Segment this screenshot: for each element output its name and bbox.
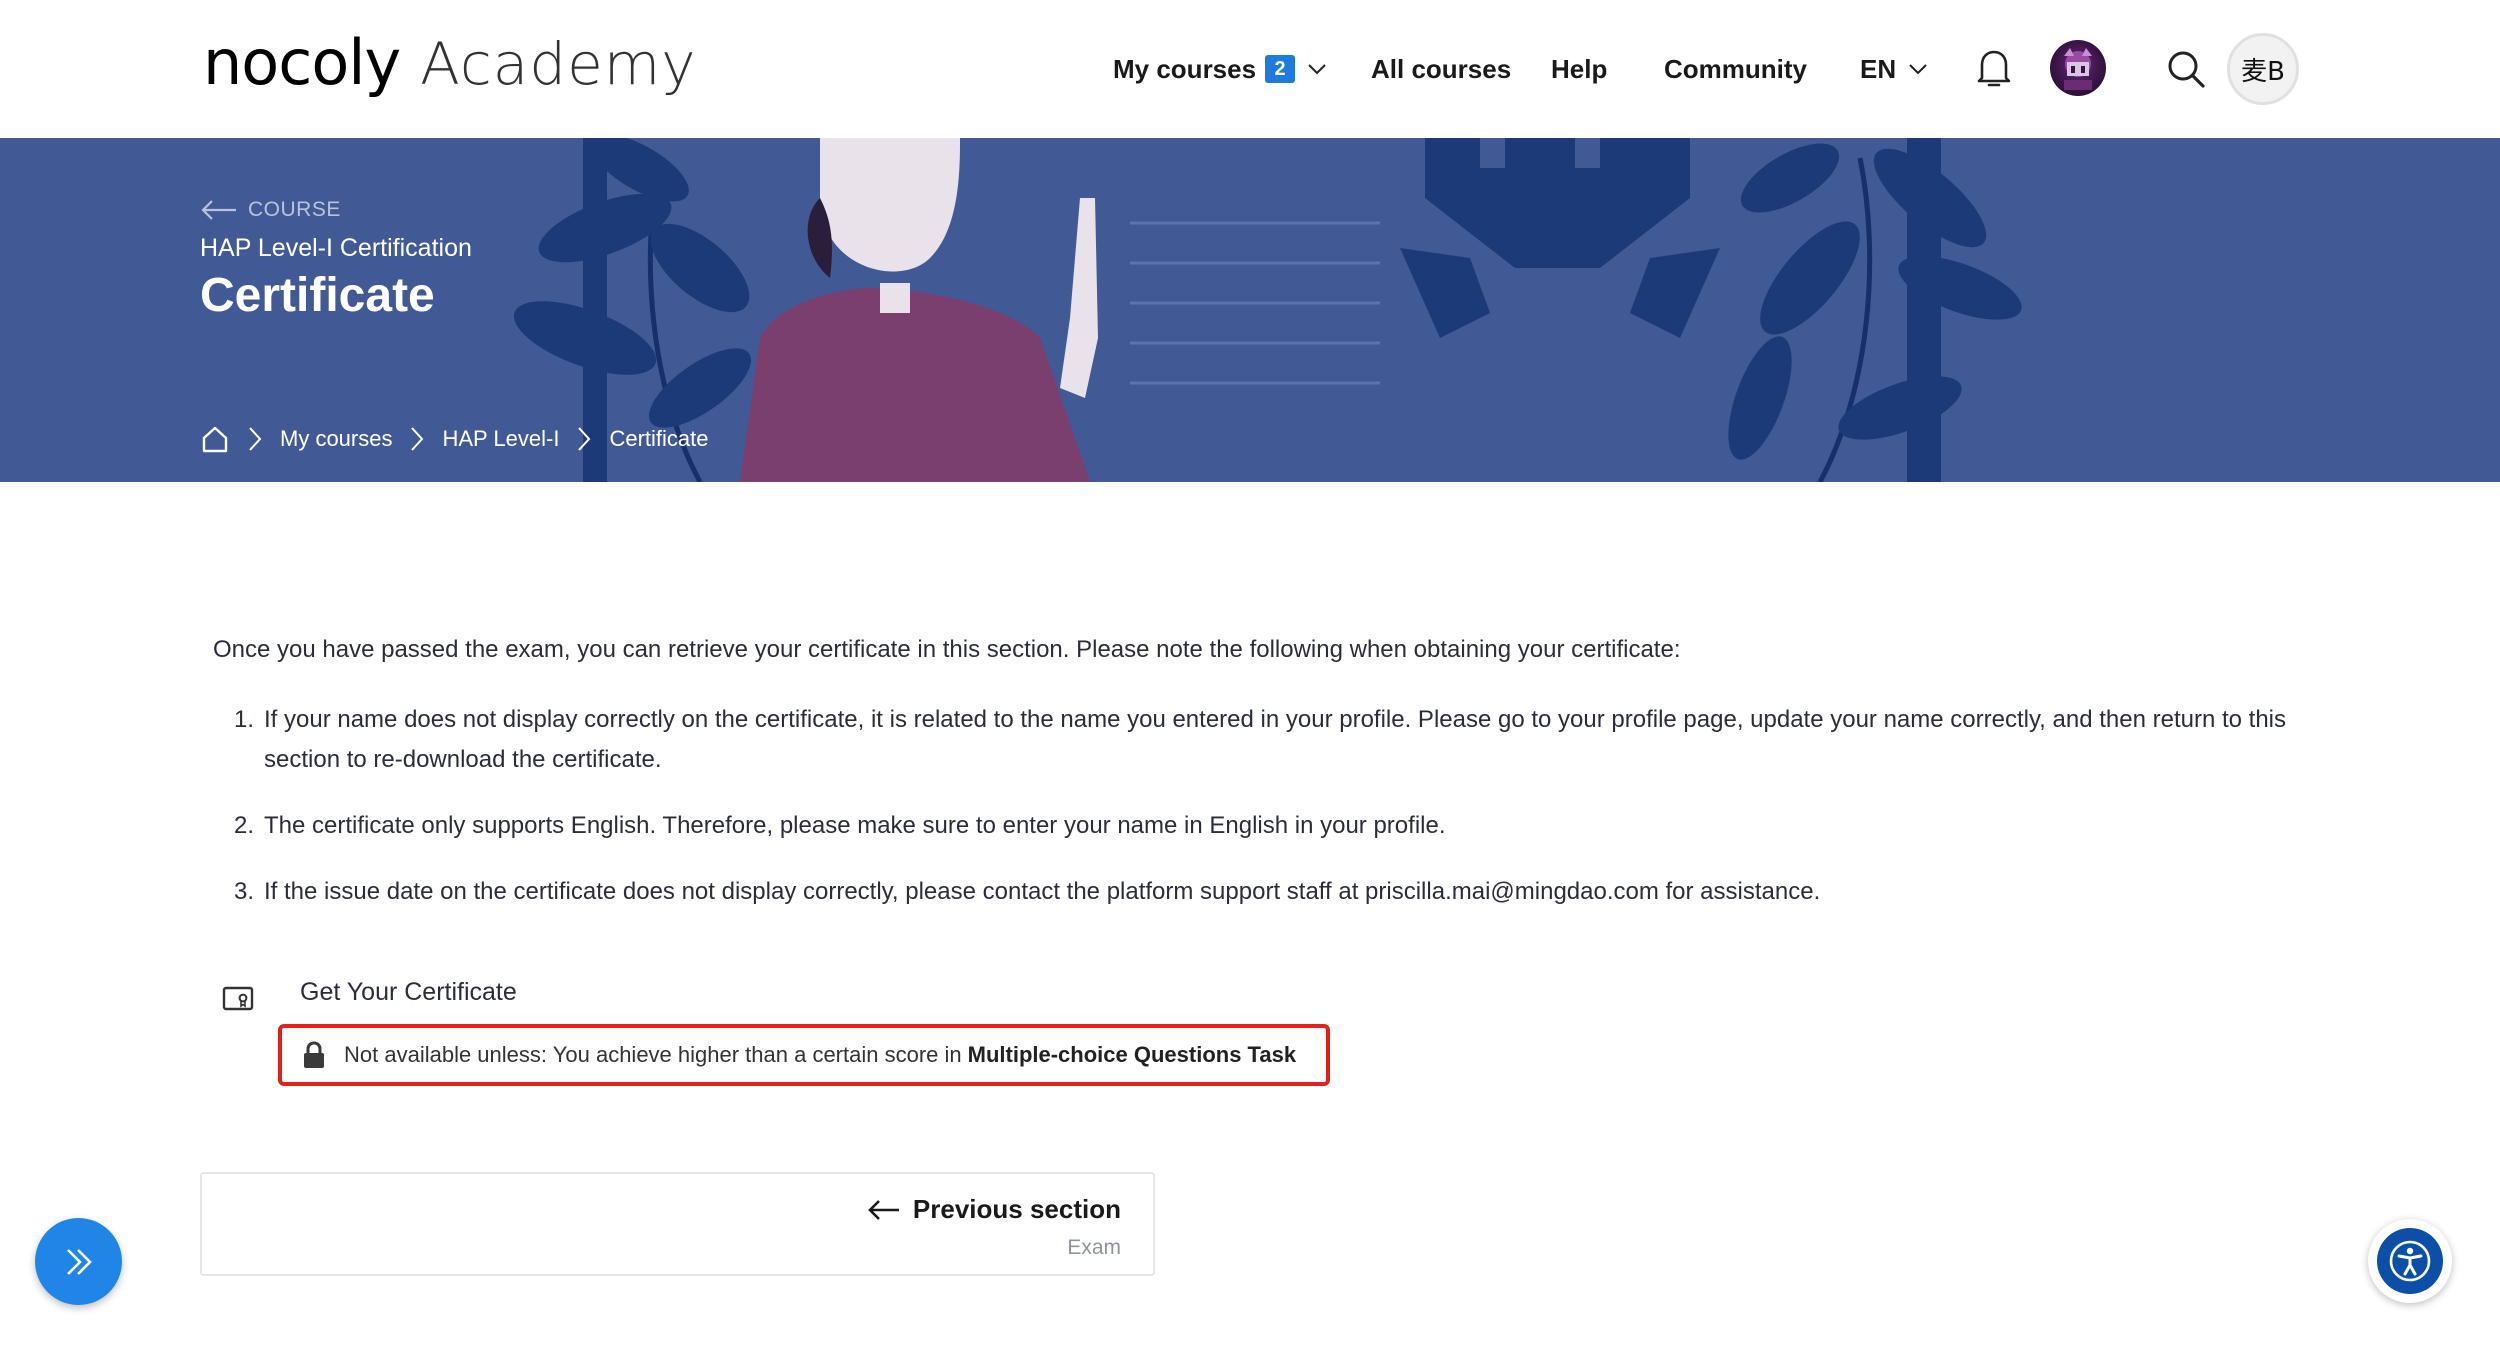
my-courses-count-badge: 2 [1265, 55, 1296, 83]
course-banner: COURSE HAP Level-I Certification Certifi… [0, 138, 2500, 482]
nav-my-courses[interactable]: My courses 2 [1113, 38, 1329, 100]
breadcrumb: My courses HAP Level-I Certificate [200, 424, 709, 454]
chevron-right-icon [575, 425, 593, 453]
language-label: EN [1860, 53, 1897, 84]
nav-all-courses-label: All courses [1371, 53, 1512, 84]
nav-community[interactable]: Community [1664, 38, 1807, 100]
nav-my-courses-label: My courses [1113, 53, 1257, 84]
chevron-down-icon [1308, 64, 1326, 75]
list-item-text: If the issue date on the certificate doe… [264, 878, 1821, 905]
certificate-notes-list: 1. If your name does not display correct… [234, 700, 2294, 938]
page-title: Certificate [200, 269, 435, 322]
breadcrumb-current: Certificate [609, 426, 709, 451]
logo-brand-text: nocoly [203, 26, 401, 99]
course-index-drawer-button[interactable] [35, 1218, 122, 1305]
restriction-target-activity: Multiple-choice Questions Task [967, 1042, 1297, 1067]
accessibility-icon [2377, 1228, 2443, 1294]
logo-academy-text: Academy [420, 30, 697, 98]
list-item: 3. If the issue date on the certificate … [234, 872, 2294, 912]
user-initials: 麦B [2241, 56, 2285, 87]
previous-section-button[interactable]: Previous section Exam [200, 1172, 1155, 1276]
certificate-icon [222, 986, 254, 1017]
search-icon[interactable] [2163, 46, 2209, 92]
list-item: 1. If your name does not display correct… [234, 700, 2294, 780]
back-to-course-link[interactable]: COURSE [200, 198, 341, 222]
availability-restriction: Not available unless: You achieve higher… [278, 1024, 1330, 1086]
site-logo[interactable]: nocoly Academy [203, 26, 697, 106]
section-intro: Once you have passed the exam, you can r… [213, 636, 1681, 663]
breadcrumb-course[interactable]: HAP Level-I [442, 426, 559, 452]
previous-section-name: Exam [1067, 1236, 1121, 1259]
previous-section-label-row: Previous section [867, 1194, 1121, 1225]
list-item-number: 3. [234, 878, 255, 905]
nav-community-label: Community [1664, 53, 1807, 84]
arrow-left-icon [868, 1199, 899, 1220]
lock-icon [302, 1041, 326, 1069]
list-item-text: If your name does not display correctly … [264, 706, 2286, 773]
activity-title[interactable]: Get Your Certificate [300, 978, 517, 1007]
double-chevron-right-icon [66, 1248, 92, 1275]
chevron-right-icon [246, 425, 264, 453]
notifications-bell-icon[interactable] [1972, 46, 2016, 90]
user-menu-button[interactable]: 麦B [2227, 33, 2299, 105]
site-header: nocoly Academy My courses 2 All courses … [0, 0, 2500, 138]
breadcrumb-my-courses[interactable]: My courses [280, 426, 392, 452]
nav-help-label: Help [1551, 53, 1608, 84]
list-item-number: 1. [234, 706, 255, 733]
chevron-down-icon [1909, 64, 1927, 75]
accessibility-button[interactable] [2368, 1219, 2452, 1303]
chevron-right-icon [408, 425, 426, 453]
course-name: HAP Level-I Certification [200, 234, 472, 262]
arrow-left-icon [201, 200, 236, 220]
list-item: 2. The certificate only supports English… [234, 806, 2294, 846]
nav-all-courses[interactable]: All courses [1371, 38, 1511, 100]
list-item-text: The certificate only supports English. T… [264, 812, 1446, 839]
breadcrumb-home-icon[interactable] [200, 424, 230, 454]
user-avatar[interactable] [2050, 40, 2106, 96]
nav-help[interactable]: Help [1551, 38, 1607, 100]
back-to-course-label: COURSE [248, 198, 341, 221]
restriction-text: Not available unless: You achieve higher… [344, 1042, 962, 1067]
previous-section-label: Previous section [912, 1194, 1121, 1224]
list-item-number: 2. [234, 812, 255, 839]
language-selector[interactable]: EN [1860, 38, 1930, 100]
